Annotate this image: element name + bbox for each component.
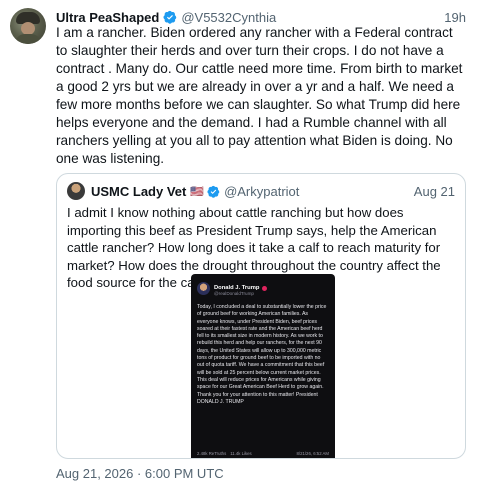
avatar[interactable] xyxy=(10,8,46,44)
verified-badge-icon xyxy=(163,10,177,24)
quoted-avatar[interactable] xyxy=(67,182,85,200)
verified-badge-icon xyxy=(207,185,220,198)
embedded-post-screenshot[interactable]: Donald J. Trump @realDonaldTrump Today, … xyxy=(191,274,335,458)
tweet-text: I am a rancher. Biden ordered any ranche… xyxy=(56,25,463,166)
embedded-post-footer: 2.48k ReTruths 11.4k Likes 8/21/26, 6:52… xyxy=(197,451,329,456)
embedded-post-text: Today, I concluded a deal to substantial… xyxy=(197,304,327,405)
embedded-date: 8/21/26, 6:52 AM xyxy=(296,451,330,456)
display-name[interactable]: Ultra PeaShaped xyxy=(56,10,159,25)
handle[interactable]: @V5532Cynthia xyxy=(181,10,276,25)
embedded-retruths: 2.48k ReTruths xyxy=(197,451,227,456)
quoted-tweet[interactable]: USMC Lady Vet 🇺🇸 @Arkypatriot Aug 21 I a… xyxy=(56,173,466,459)
embedded-badge-icon xyxy=(262,285,268,291)
tweet-timestamp[interactable]: Aug 21, 2026 · 6:00 PM UTC xyxy=(56,466,224,481)
tweet: Ultra PeaShaped @V5532Cynthia 19h I am a… xyxy=(0,0,478,500)
quoted-tweet-header: USMC Lady Vet 🇺🇸 @Arkypatriot Aug 21 xyxy=(67,182,455,200)
quoted-post-time[interactable]: Aug 21 xyxy=(414,184,455,199)
embedded-avatar xyxy=(197,281,210,295)
post-time[interactable]: 19h xyxy=(444,10,466,25)
quoted-display-name[interactable]: USMC Lady Vet xyxy=(91,184,186,199)
embedded-handle: @realDonaldTrump xyxy=(214,291,254,296)
us-flag-icon: 🇺🇸 xyxy=(190,185,205,198)
avatar-body xyxy=(15,34,41,44)
embedded-likes: 11.4k Likes xyxy=(230,451,252,456)
quoted-handle[interactable]: @Arkypatriot xyxy=(224,184,299,199)
